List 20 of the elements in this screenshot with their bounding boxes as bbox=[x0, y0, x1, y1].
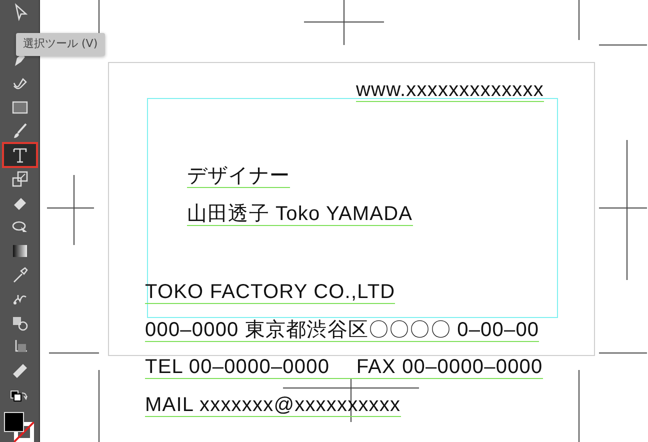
card-text: デザイナー bbox=[187, 166, 290, 188]
shapes-icon bbox=[11, 314, 29, 332]
scale-icon bbox=[11, 170, 29, 188]
type-icon bbox=[11, 146, 29, 164]
card-text: 000–0000 東京都渋谷区〇〇〇〇 0–00–00 bbox=[145, 320, 540, 342]
card-text: www.xxxxxxxxxxxxx bbox=[356, 80, 544, 102]
card-text: TEL 00–0000–0000 FAX 00–0000–0000 bbox=[145, 357, 543, 379]
crop-mark-line bbox=[598, 44, 647, 46]
eyedropper-icon bbox=[11, 266, 29, 284]
crop-mark-line bbox=[48, 352, 100, 354]
paintbrush-icon bbox=[11, 122, 29, 140]
tooltip: 選択ツール (V) bbox=[16, 33, 105, 56]
tool-button[interactable] bbox=[4, 144, 36, 166]
card-text: TOKO FACTORY CO.,LTD bbox=[145, 282, 396, 304]
crop-mark-line bbox=[598, 352, 647, 354]
crop-mark-line bbox=[578, 0, 580, 40]
ruler-icon bbox=[11, 362, 29, 380]
card-text: 山田透子 Toko YAMADA bbox=[187, 204, 413, 226]
gradient-icon bbox=[11, 242, 29, 260]
fill-swatch[interactable] bbox=[4, 412, 24, 432]
